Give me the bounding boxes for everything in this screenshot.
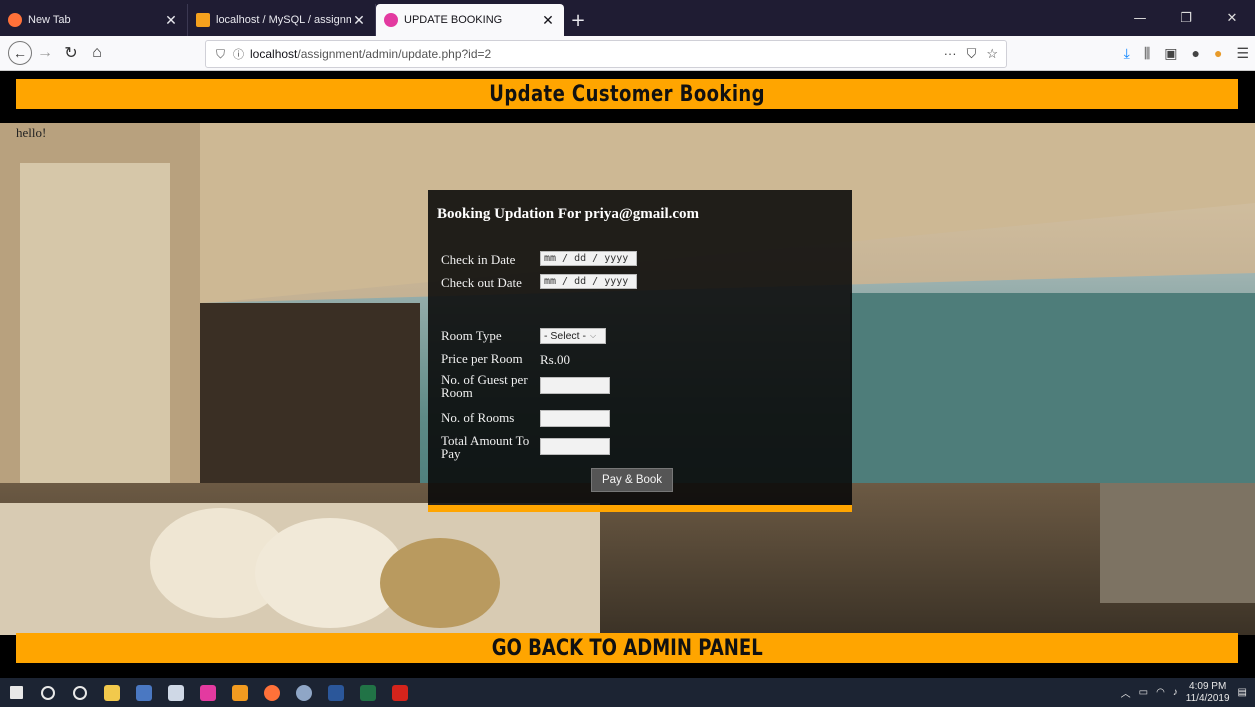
acrobat-icon[interactable] bbox=[384, 678, 416, 707]
site-info-icon[interactable]: ⓘ bbox=[233, 46, 244, 62]
extension-icon[interactable]: ● bbox=[1192, 45, 1200, 61]
wifi-icon[interactable]: ◠ bbox=[1156, 687, 1165, 698]
tab-title: New Tab bbox=[28, 14, 71, 26]
tab-new-tab[interactable]: New Tab ✕ bbox=[0, 4, 188, 36]
close-tab-icon[interactable]: ✕ bbox=[351, 12, 367, 29]
new-tab-button[interactable]: + bbox=[564, 4, 592, 36]
url-path: /assignment/admin/update.php?id=2 bbox=[297, 47, 492, 61]
menu-icon[interactable]: ☰ bbox=[1236, 45, 1249, 62]
close-window-icon[interactable]: ✕ bbox=[1209, 0, 1255, 36]
window-controls: — ❐ ✕ bbox=[1117, 0, 1255, 36]
forward-arrow-icon[interactable]: → bbox=[32, 40, 58, 66]
battery-icon[interactable]: ▭ bbox=[1139, 687, 1148, 698]
minimize-icon[interactable]: — bbox=[1117, 0, 1163, 36]
devcpp-icon[interactable] bbox=[128, 678, 160, 707]
close-tab-icon[interactable]: ✕ bbox=[163, 12, 179, 29]
hello-text: hello! bbox=[16, 125, 47, 140]
windows-taskbar: ︿ ▭ ◠ ♪ 4:09 PM 11/4/2019 ▤ bbox=[0, 678, 1255, 707]
check-in-date-input[interactable]: mm / dd / yyyy bbox=[540, 251, 637, 266]
room-type-select[interactable]: - Select - ⌵ bbox=[540, 328, 606, 344]
tab-title: localhost / MySQL / assignmen bbox=[216, 14, 351, 26]
library-icon[interactable]: ⫼ bbox=[1144, 45, 1150, 62]
chevron-down-icon: ⌵ bbox=[590, 331, 597, 340]
site-favicon-icon bbox=[384, 13, 398, 27]
volume-icon[interactable]: ♪ bbox=[1173, 687, 1178, 698]
guests-input[interactable] bbox=[540, 377, 610, 394]
check-in-label: Check in Date bbox=[441, 252, 516, 267]
notepad-icon[interactable] bbox=[160, 678, 192, 707]
windows-start-icon[interactable] bbox=[0, 678, 32, 707]
url-host: localhost bbox=[250, 47, 298, 61]
page-viewport: Update Customer Booking hello! Booking U… bbox=[0, 71, 1255, 678]
xampp-icon[interactable] bbox=[192, 678, 224, 707]
firefox-icon[interactable] bbox=[256, 678, 288, 707]
phpmyadmin-icon bbox=[196, 13, 210, 27]
close-tab-icon[interactable]: ✕ bbox=[540, 12, 556, 29]
back-arrow-icon[interactable]: ← bbox=[8, 41, 32, 65]
notification-icon[interactable]: ▤ bbox=[1238, 687, 1247, 698]
form-title: Booking Updation For priya@gmail.com bbox=[437, 206, 700, 222]
toolbar-icons: ⤓ ⫼ ▣ ● ● ☰ bbox=[1124, 36, 1249, 70]
total-amount-input[interactable] bbox=[540, 438, 610, 455]
back-to-admin-link[interactable]: GO BACK TO ADMIN PANEL bbox=[492, 636, 763, 661]
clock[interactable]: 4:09 PM 11/4/2019 bbox=[1186, 681, 1230, 705]
total-label: Total Amount To Pay bbox=[441, 433, 530, 461]
check-out-date-input[interactable]: mm / dd / yyyy bbox=[540, 274, 637, 289]
tab-phpmyadmin[interactable]: localhost / MySQL / assignmen ✕ bbox=[188, 4, 376, 36]
reload-icon[interactable]: ↻ bbox=[58, 40, 84, 66]
back-to-admin-bar[interactable]: GO BACK TO ADMIN PANEL bbox=[16, 633, 1238, 663]
system-tray: ︿ ▭ ◠ ♪ 4:09 PM 11/4/2019 ▤ bbox=[1121, 678, 1247, 707]
price-value: Rs.00 bbox=[540, 352, 570, 367]
clock-date: 11/4/2019 bbox=[1185, 692, 1230, 704]
word-icon[interactable] bbox=[320, 678, 352, 707]
rooms-label: No. of Rooms bbox=[441, 410, 515, 425]
search-icon[interactable] bbox=[32, 678, 64, 707]
booking-update-form: Booking Updation For priya@gmail.com Che… bbox=[428, 190, 852, 512]
firefox-icon bbox=[8, 13, 22, 27]
page-header: Update Customer Booking bbox=[16, 79, 1238, 109]
page-actions-icon[interactable]: ··· bbox=[944, 46, 957, 62]
url-bar[interactable]: ⛉ ⓘ localhost/assignment/admin/update.ph… bbox=[205, 40, 1007, 68]
tab-title: UPDATE BOOKING bbox=[404, 14, 503, 26]
pay-and-book-button[interactable]: Pay & Book bbox=[591, 468, 673, 492]
sidebar-icon[interactable]: ▣ bbox=[1164, 45, 1177, 62]
guests-label: No. of Guest per Room bbox=[441, 372, 528, 400]
bookmark-star-icon[interactable]: ☆ bbox=[986, 46, 998, 62]
price-label: Price per Room bbox=[441, 351, 523, 366]
page-title: Update Customer Booking bbox=[489, 81, 765, 107]
browser-tab-bar: New Tab ✕ localhost / MySQL / assignmen … bbox=[0, 0, 1255, 36]
room-type-label: Room Type bbox=[441, 328, 502, 343]
home-icon[interactable]: ⌂ bbox=[84, 40, 110, 66]
clock-time: 4:09 PM bbox=[1189, 680, 1227, 692]
cortana-icon[interactable] bbox=[64, 678, 96, 707]
room-type-selected: - Select - bbox=[544, 330, 587, 342]
tracking-shield-icon[interactable]: ⛉ bbox=[216, 47, 225, 62]
chevron-up-icon[interactable]: ︿ bbox=[1121, 685, 1131, 700]
navigation-bar: ← → ↻ ⌂ ⛉ ⓘ localhost/assignment/admin/u… bbox=[0, 36, 1255, 71]
profile-icon[interactable]: ● bbox=[1214, 45, 1222, 61]
check-out-label: Check out Date bbox=[441, 275, 522, 290]
excel-icon[interactable] bbox=[352, 678, 384, 707]
restore-icon[interactable]: ❐ bbox=[1163, 0, 1209, 36]
pocket-icon[interactable]: ⛉ bbox=[967, 46, 977, 62]
file-explorer-icon[interactable] bbox=[96, 678, 128, 707]
sublime-icon[interactable] bbox=[224, 678, 256, 707]
tab-update-booking[interactable]: UPDATE BOOKING ✕ bbox=[376, 4, 564, 36]
app-icon[interactable] bbox=[288, 678, 320, 707]
rooms-input[interactable] bbox=[540, 410, 610, 427]
download-icon[interactable]: ⤓ bbox=[1124, 45, 1130, 62]
